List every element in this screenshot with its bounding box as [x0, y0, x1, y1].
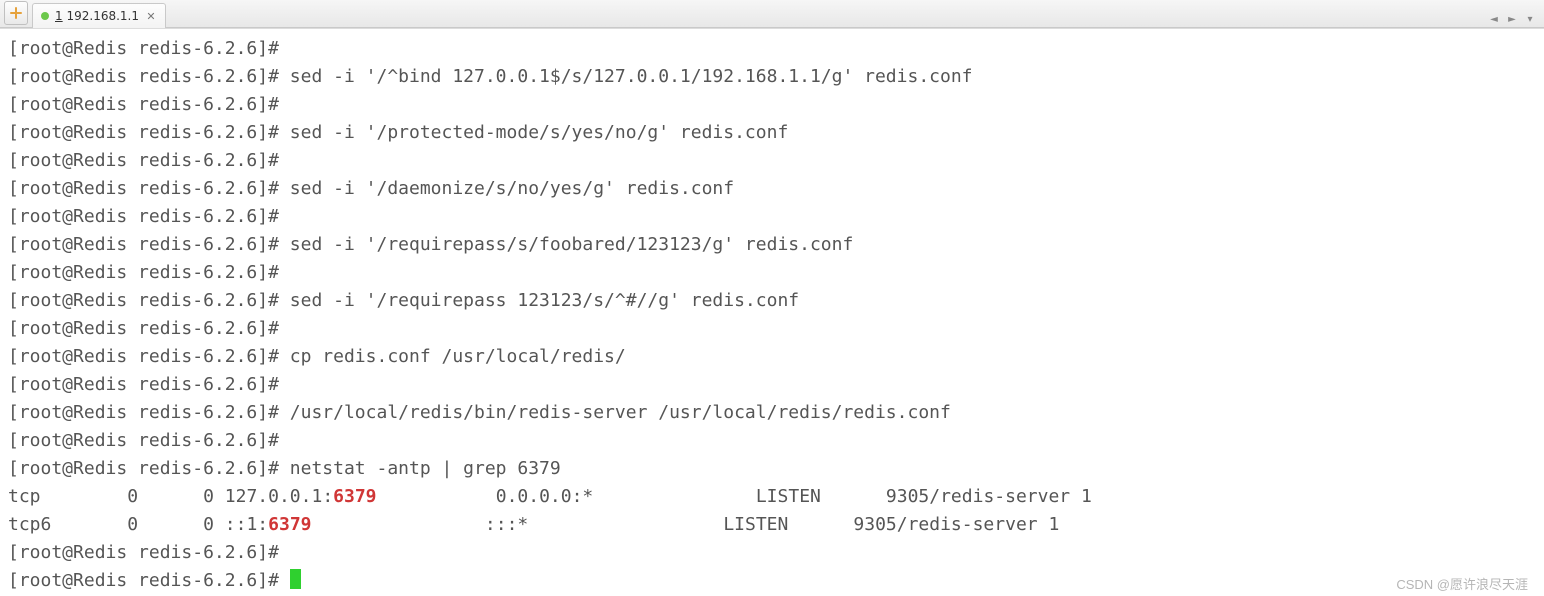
cmd: sed -i '/requirepass 123123/s/^#//g' red…: [290, 290, 799, 311]
tab-active[interactable]: 1 192.168.1.1 ✕: [32, 3, 166, 28]
prompt: [root@Redis redis-6.2.6]#: [8, 290, 279, 311]
tab-menu-button[interactable]: ▾: [1522, 11, 1538, 27]
prompt: [root@Redis redis-6.2.6]#: [8, 346, 279, 367]
prompt: [root@Redis redis-6.2.6]#: [8, 430, 279, 451]
cmd: sed -i '/requirepass/s/foobared/123123/g…: [290, 234, 854, 255]
cmd: sed -i '/protected-mode/s/yes/no/g' redi…: [290, 122, 789, 143]
prompt: [root@Redis redis-6.2.6]#: [8, 402, 279, 423]
terminal[interactable]: [root@Redis redis-6.2.6]# [root@Redis re…: [0, 29, 1544, 596]
prompt: [root@Redis redis-6.2.6]#: [8, 206, 279, 227]
prompt: [root@Redis redis-6.2.6]#: [8, 458, 279, 479]
cmd: sed -i '/daemonize/s/no/yes/g' redis.con…: [290, 178, 734, 199]
prompt: [root@Redis redis-6.2.6]#: [8, 122, 279, 143]
terminal-container: [root@Redis redis-6.2.6]# [root@Redis re…: [0, 28, 1544, 596]
netstat-row: tcp 0 0 127.0.0.1:6379 0.0.0.0:* LISTEN …: [8, 486, 1092, 507]
prompt: [root@Redis redis-6.2.6]#: [8, 318, 279, 339]
prompt: [root@Redis redis-6.2.6]#: [8, 178, 279, 199]
tab-bar: 1 192.168.1.1 ✕ ◄ ► ▾: [0, 0, 1544, 28]
tab-next-button[interactable]: ►: [1504, 11, 1520, 27]
prompt: [root@Redis redis-6.2.6]#: [8, 234, 279, 255]
prompt: [root@Redis redis-6.2.6]#: [8, 374, 279, 395]
tab-prev-button[interactable]: ◄: [1486, 11, 1502, 27]
cmd: sed -i '/^bind 127.0.0.1$/s/127.0.0.1/19…: [290, 66, 973, 87]
watermark: CSDN @愿许浪尽天涯: [1396, 574, 1528, 593]
prompt: [root@Redis redis-6.2.6]#: [8, 150, 279, 171]
new-tab-button[interactable]: [4, 1, 28, 25]
cmd: netstat -antp | grep 6379: [290, 458, 561, 479]
prompt: [root@Redis redis-6.2.6]#: [8, 542, 279, 563]
tab-label: 1 192.168.1.1: [55, 9, 139, 23]
prompt: [root@Redis redis-6.2.6]#: [8, 38, 279, 59]
prompt: [root@Redis redis-6.2.6]#: [8, 570, 279, 591]
tab-close-button[interactable]: ✕: [145, 10, 157, 22]
prompt: [root@Redis redis-6.2.6]#: [8, 94, 279, 115]
status-dot-icon: [41, 12, 49, 20]
netstat-row: tcp6 0 0 ::1:6379 :::* LISTEN 9305/redis…: [8, 514, 1059, 535]
tab-nav: ◄ ► ▾: [1486, 11, 1544, 27]
cmd: /usr/local/redis/bin/redis-server /usr/l…: [290, 402, 951, 423]
cursor-icon: [290, 569, 301, 589]
cmd: cp redis.conf /usr/local/redis/: [290, 346, 626, 367]
plus-icon: [9, 6, 23, 20]
prompt: [root@Redis redis-6.2.6]#: [8, 66, 279, 87]
prompt: [root@Redis redis-6.2.6]#: [8, 262, 279, 283]
